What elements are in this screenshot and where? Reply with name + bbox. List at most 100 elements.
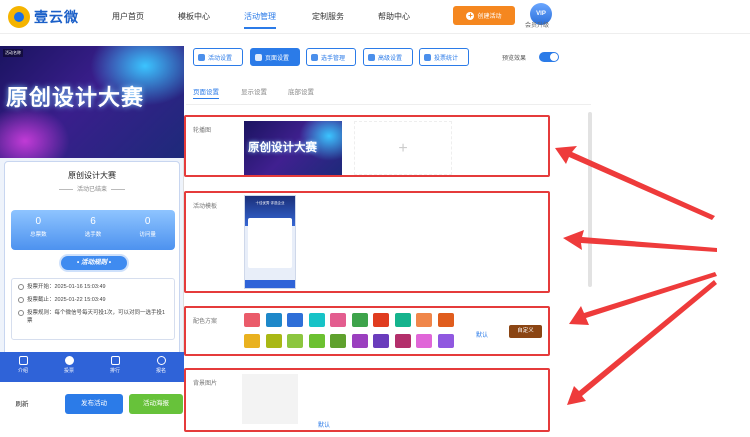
nav-home[interactable]: 用户首页 xyxy=(112,11,144,22)
nav-templates[interactable]: 模板中心 xyxy=(178,11,210,22)
template-thumbnail[interactable]: 十佳优秀 评选企业 xyxy=(244,195,296,289)
clock-icon xyxy=(18,297,24,303)
add-carousel-button[interactable]: + xyxy=(354,121,452,175)
subtab-footer-settings[interactable]: 底部设置 xyxy=(288,86,314,96)
color-swatch[interactable] xyxy=(416,313,432,327)
tab-vote[interactable]: 投票 xyxy=(46,352,92,382)
tool-advanced-settings[interactable]: 高级设置 xyxy=(363,48,413,66)
sliders-icon xyxy=(368,53,375,61)
color-swatch[interactable] xyxy=(244,313,260,327)
tab-label: 报名 xyxy=(155,368,166,374)
tool-activity-settings[interactable]: 活动设置 xyxy=(193,48,243,66)
color-swatch[interactable] xyxy=(351,334,368,348)
help-icon xyxy=(18,310,24,316)
logo-icon xyxy=(8,6,30,28)
carousel-section: 轮播图 原创设计大赛 + xyxy=(184,115,550,177)
tool-label: 页面设置 xyxy=(265,55,290,62)
background-image-slot[interactable] xyxy=(242,374,298,424)
tool-label: 选手管理 xyxy=(321,55,346,62)
color-scheme-section: 配色方案 默认 自定义 xyxy=(184,306,550,356)
create-activity-label: 创建活动 xyxy=(477,14,502,20)
template-section: 活动模板 十佳优秀 评选企业 xyxy=(184,191,550,293)
template-footer xyxy=(245,280,295,288)
refresh-button[interactable]: 刷新 xyxy=(4,394,40,414)
tool-label: 投票统计 xyxy=(434,55,459,62)
publish-button[interactable]: 发布活动 xyxy=(65,394,123,414)
stat-contestants: 6 选手数 xyxy=(66,210,121,250)
color-swatch[interactable] xyxy=(308,313,325,327)
arrow-icon xyxy=(563,230,717,252)
vote-rule: 投票规则：每个微信号每天可投1次，可以对同一选手投1票 xyxy=(27,310,166,324)
background-default-link[interactable]: 默认 xyxy=(318,420,330,429)
color-swatch[interactable] xyxy=(265,313,282,327)
tool-vote-stats[interactable]: 投票统计 xyxy=(419,48,469,66)
rules-button[interactable]: 活动规则 xyxy=(61,256,127,270)
annotation-arrows xyxy=(555,146,717,405)
carousel-label: 轮播图 xyxy=(193,128,212,134)
users-icon xyxy=(311,53,318,61)
poster-button[interactable]: 活动海报 xyxy=(129,394,183,414)
color-swatch[interactable] xyxy=(265,334,282,348)
tab-intro[interactable]: 介绍 xyxy=(0,352,46,382)
background-section: 背景图片 默认 xyxy=(184,368,550,432)
gear-icon xyxy=(255,53,262,61)
tool-contestant-manage[interactable]: 选手管理 xyxy=(306,48,356,66)
tab-label: 介绍 xyxy=(17,368,28,374)
subtab-display-settings[interactable]: 显示设置 xyxy=(241,86,267,96)
template-label: 活动模板 xyxy=(193,204,218,210)
color-swatch[interactable] xyxy=(287,334,303,348)
info-row: 投票截止：2025-01-22 15:03:49 xyxy=(18,296,168,304)
color-swatch[interactable] xyxy=(437,334,454,348)
color-swatch[interactable] xyxy=(437,313,454,327)
logo[interactable]: 壹云微 xyxy=(8,6,79,28)
color-swatch[interactable] xyxy=(394,313,411,327)
color-swatch[interactable] xyxy=(416,334,432,348)
stat-label: 选手数 xyxy=(84,232,102,238)
vote-end: 投票截止：2025-01-22 15:03:49 xyxy=(27,297,106,303)
preview-banner: 活动名称 原创设计大赛 xyxy=(0,46,184,158)
info-row: 投票规则：每个微信号每天可投1次，可以对同一选手投1票 xyxy=(18,309,168,325)
vip-upgrade-label[interactable]: 会员升级 xyxy=(525,20,549,29)
color-custom-button[interactable]: 自定义 xyxy=(509,325,542,338)
tool-page-settings[interactable]: 页面设置 xyxy=(250,48,300,66)
stat-label: 访问量 xyxy=(139,232,156,238)
color-swatch[interactable] xyxy=(373,334,389,348)
vote-icon xyxy=(64,356,74,365)
logo-text: 壹云微 xyxy=(34,9,79,25)
color-swatch[interactable] xyxy=(394,334,411,348)
nav-activity-manage[interactable]: 活动管理 xyxy=(244,11,276,29)
color-swatch[interactable] xyxy=(287,313,303,327)
template-body xyxy=(248,218,292,268)
subtab-page-settings[interactable]: 页面设置 xyxy=(193,86,219,99)
user-icon xyxy=(156,356,166,365)
activity-title: 原创设计大赛 xyxy=(68,171,116,180)
gear-icon xyxy=(198,53,205,61)
color-default-link[interactable]: 默认 xyxy=(476,330,488,339)
color-swatch[interactable] xyxy=(244,334,260,348)
tab-ranking[interactable]: 排行 xyxy=(92,352,138,382)
create-activity-button[interactable]: + 创建活动 xyxy=(453,6,515,25)
preview-toggle[interactable] xyxy=(539,52,559,62)
color-swatch[interactable] xyxy=(373,313,389,327)
activity-card: 原创设计大赛 活动已结束 0 总票数 6 选手数 0 访问量 活动规则 投票开始… xyxy=(4,161,180,376)
color-swatch[interactable] xyxy=(351,313,368,327)
tab-signup[interactable]: 报名 xyxy=(138,352,184,382)
vote-start: 投票开始：2025-01-16 15:03:49 xyxy=(27,284,106,290)
mobile-preview: 活动名称 原创设计大赛 原创设计大赛 活动已结束 0 总票数 6 选手数 0 访… xyxy=(0,46,184,382)
tool-label: 活动设置 xyxy=(208,55,233,62)
nav-custom-service[interactable]: 定制服务 xyxy=(312,11,344,22)
color-swatch[interactable] xyxy=(308,334,325,348)
background-label: 背景图片 xyxy=(193,381,218,387)
top-nav: 壹云微 用户首页 模板中心 活动管理 定制服务 帮助中心 + 创建活动 VIP … xyxy=(0,0,750,34)
carousel-image[interactable]: 原创设计大赛 xyxy=(244,121,342,175)
plus-icon: + xyxy=(466,10,475,20)
color-swatch[interactable] xyxy=(330,313,346,327)
chart-icon xyxy=(110,356,120,365)
arrow-icon xyxy=(555,146,715,220)
tool-label: 高级设置 xyxy=(378,55,403,62)
preview-tabbar: 介绍 投票 排行 报名 xyxy=(0,352,184,382)
stat-label: 总票数 xyxy=(30,232,47,238)
nav-help[interactable]: 帮助中心 xyxy=(378,11,410,22)
stat-value: 6 xyxy=(90,216,96,227)
color-swatch[interactable] xyxy=(330,334,346,348)
